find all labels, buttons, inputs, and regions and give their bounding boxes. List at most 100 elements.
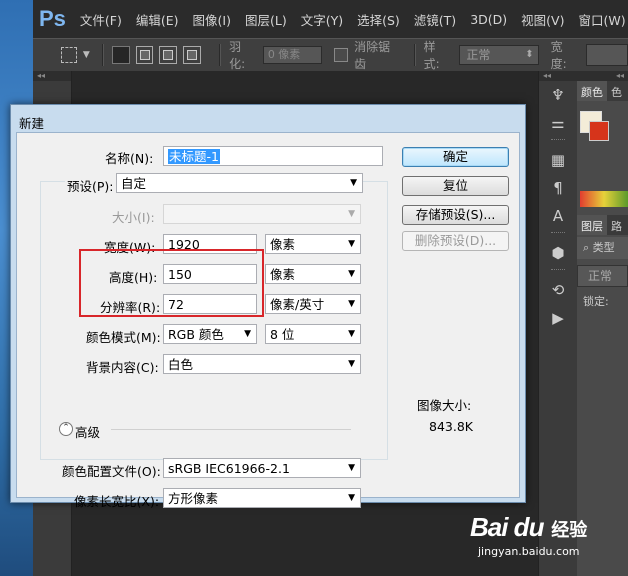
actions-play-icon[interactable]: ▶ <box>539 304 577 332</box>
baidu-logo: Bai du <box>470 512 544 542</box>
dropdown-arrow-icon: ▼ <box>348 299 355 309</box>
dropdown-arrow-icon: ▼ <box>348 463 355 473</box>
style-select[interactable]: 正常 <box>459 45 539 65</box>
name-value: 未标题-1 <box>168 149 220 164</box>
dropdown-arrow-icon: ▼ <box>348 329 355 339</box>
size-label: 大小(I): <box>112 210 155 225</box>
delete-preset-button: 删除预设(D)... <box>402 231 509 251</box>
width-label: 宽度: <box>550 40 567 71</box>
menu-window[interactable]: 窗口(W) <box>578 10 625 29</box>
width-unit-select[interactable]: 像素 ▼ <box>265 234 361 254</box>
tool-preset-caret-icon[interactable]: ▼ <box>83 50 90 60</box>
height-unit-select[interactable]: 像素 ▼ <box>265 264 361 284</box>
menu-file[interactable]: 文件(F) <box>80 10 122 29</box>
dropdown-arrow-icon: ▼ <box>348 269 355 279</box>
feather-label: 羽化: <box>229 40 246 71</box>
menu-bar: Ps 文件(F) 编辑(E) 图像(I) 图层(L) 文字(Y) 选择(S) 滤… <box>33 0 628 38</box>
bit-depth-value: 8 位 <box>270 327 295 342</box>
marquee-tool-icon[interactable] <box>61 47 77 63</box>
pixel-aspect-label: 像素长宽比(X): <box>74 494 160 509</box>
adjust-sliders-icon[interactable]: ⚌ <box>539 109 577 137</box>
panel-grip-icon[interactable]: ◂◂ <box>577 71 628 81</box>
bit-depth-select[interactable]: 8 位 ▼ <box>265 324 361 344</box>
layer-filter-select[interactable]: ⌕ 类型 <box>577 237 628 259</box>
preset-label: 预设(P): <box>65 176 116 195</box>
history-icon[interactable]: ⟲ <box>539 276 577 304</box>
ok-button[interactable]: 确定 <box>402 147 509 167</box>
brush-preset-icon[interactable]: ♆ <box>539 81 577 109</box>
dropdown-arrow-icon: ▼ <box>348 493 355 503</box>
baidu-jingyan-watermark: Bai du 经验 jingyan.baidu.com <box>470 512 600 572</box>
width-input[interactable] <box>586 44 628 66</box>
image-size-label: 图像大小: <box>417 398 472 413</box>
menu-image[interactable]: 图像(I) <box>193 10 231 29</box>
background-color-swatch[interactable] <box>589 121 609 141</box>
layers-panel-tabs: 图层 路 <box>577 215 628 235</box>
tab-swatches[interactable]: 色 <box>607 81 626 101</box>
tab-layers[interactable]: 图层 <box>577 215 607 235</box>
panel-grip-icon[interactable]: ◂◂ <box>33 71 71 81</box>
background-select[interactable]: 白色 ▼ <box>163 354 361 374</box>
panel-grip-icon[interactable]: ◂◂ <box>539 71 577 81</box>
name-input[interactable]: 未标题-1 <box>163 146 383 166</box>
tab-color[interactable]: 颜色 <box>577 81 607 101</box>
subtract-selection-icon[interactable] <box>159 46 178 64</box>
color-mode-label: 颜色模式(M): <box>86 330 161 345</box>
menu-view[interactable]: 视图(V) <box>521 10 564 29</box>
lock-label: 锁定: <box>583 295 609 308</box>
divider <box>551 269 565 274</box>
menu-filter[interactable]: 滤镜(T) <box>414 10 456 29</box>
antialias-checkbox[interactable] <box>334 48 349 62</box>
background-label: 背景内容(C): <box>86 360 159 375</box>
dropdown-arrow-icon: ▼ <box>348 239 355 249</box>
dialog-title: 新建 <box>19 116 45 131</box>
color-profile-label: 颜色配置文件(O): <box>62 464 161 479</box>
right-panel: ◂◂ 颜色 色 图层 路 ⌕ 类型 正常 锁定: <box>577 71 628 576</box>
color-profile-select[interactable]: sRGB IEC61966-2.1 ▼ <box>163 458 361 478</box>
menu-edit[interactable]: 编辑(E) <box>136 10 179 29</box>
panel-dock-strip: ◂◂ ♆ ⚌ ▦ ¶ A ⬢ ⟲ ▶ <box>538 71 578 576</box>
pixel-aspect-select[interactable]: 方形像素 ▼ <box>163 488 361 508</box>
separator <box>413 44 416 66</box>
color-mode-select[interactable]: RGB 颜色 ▼ <box>163 324 257 344</box>
separator <box>101 44 104 66</box>
divider <box>551 232 565 237</box>
dropdown-arrow-icon: ▼ <box>348 209 355 219</box>
blend-mode-select[interactable]: 正常 <box>577 265 628 287</box>
resolution-unit-value: 像素/英寸 <box>270 297 325 312</box>
dialog-body: 名称(N): 未标题-1 预设(P): 自定 ▼ 大小(I): ▼ 宽度(W): … <box>16 132 520 509</box>
menu-3d[interactable]: 3D(D) <box>470 12 507 27</box>
character-icon[interactable]: A <box>539 202 577 230</box>
resolution-unit-select[interactable]: 像素/英寸 ▼ <box>265 294 361 314</box>
save-preset-button[interactable]: 存储预设(S)... <box>402 205 509 225</box>
new-selection-icon[interactable] <box>111 46 130 64</box>
advanced-label: 高级 <box>75 425 101 440</box>
dropdown-arrow-icon: ▼ <box>244 329 251 339</box>
color-spectrum[interactable] <box>580 191 628 207</box>
height-unit-value: 像素 <box>270 267 296 282</box>
expand-advanced-icon[interactable]: ⌃ <box>59 422 73 436</box>
image-size-value: 843.8K <box>429 419 473 434</box>
clone-source-icon[interactable]: ▦ <box>539 146 577 174</box>
size-select: ▼ <box>163 204 361 224</box>
color-panel-tabs: 颜色 色 <box>577 81 628 101</box>
3d-cube-icon[interactable]: ⬢ <box>539 239 577 267</box>
photoshop-logo: Ps <box>39 6 66 31</box>
paragraph-icon[interactable]: ¶ <box>539 174 577 202</box>
resolution-label: 分辨率(R): <box>100 300 161 315</box>
menu-layer[interactable]: 图层(L) <box>245 10 287 29</box>
menu-select[interactable]: 选择(S) <box>357 10 400 29</box>
jingyan-text: 经验 <box>551 520 588 541</box>
tab-paths[interactable]: 路 <box>607 215 626 235</box>
resolution-input[interactable]: 72 <box>163 294 257 314</box>
add-selection-icon[interactable] <box>135 46 154 64</box>
watermark-url: jingyan.baidu.com <box>478 545 580 558</box>
menu-type[interactable]: 文字(Y) <box>301 10 343 29</box>
intersect-selection-icon[interactable] <box>183 46 202 64</box>
feather-input[interactable]: 0 像素 <box>262 46 323 64</box>
reset-button[interactable]: 复位 <box>402 176 509 196</box>
new-document-dialog: 新建 名称(N): 未标题-1 预设(P): 自定 ▼ 大小(I): ▼ 宽度(W… <box>10 104 526 509</box>
preset-select[interactable]: 自定 ▼ <box>116 173 363 193</box>
width-unit-value: 像素 <box>270 237 296 252</box>
preset-value: 自定 <box>121 176 147 191</box>
